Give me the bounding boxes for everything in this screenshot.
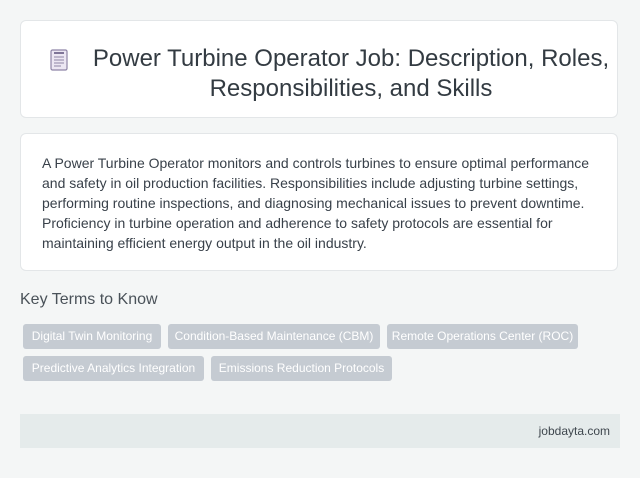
page-title: Power Turbine Operator Job: Description,… (92, 45, 610, 102)
document-icon (50, 49, 68, 71)
key-term-tag[interactable]: Emissions Reduction Protocols (211, 356, 392, 381)
key-term-tag[interactable]: Remote Operations Center (ROC) (387, 324, 578, 349)
title-card: Power Turbine Operator Job: Description,… (20, 20, 618, 118)
footer-site-link[interactable]: jobdayta.com (539, 424, 610, 438)
key-term-tag[interactable]: Predictive Analytics Integration (23, 356, 204, 381)
description-text: A Power Turbine Operator monitors and co… (42, 155, 590, 251)
description-card: A Power Turbine Operator monitors and co… (20, 133, 618, 271)
key-terms-heading: Key Terms to Know (20, 291, 158, 308)
key-term-tag[interactable]: Condition-Based Maintenance (CBM) (168, 324, 380, 349)
footer: jobdayta.com (20, 414, 620, 448)
key-term-tag[interactable]: Digital Twin Monitoring (23, 324, 161, 349)
